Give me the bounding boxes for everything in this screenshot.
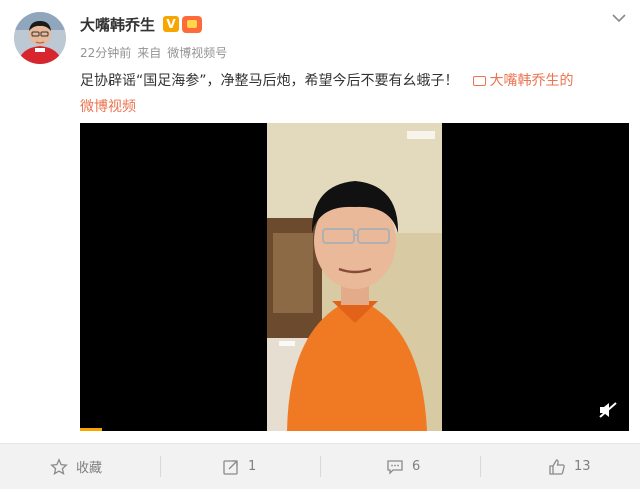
like-button[interactable]: 13 — [548, 444, 591, 489]
star-icon — [50, 457, 68, 475]
action-divider — [320, 456, 321, 477]
post-meta: 22分钟前 来自 微博视频号 — [80, 44, 233, 61]
favorite-button[interactable]: 收藏 — [50, 444, 102, 489]
action-divider — [480, 456, 481, 477]
video-player[interactable] — [80, 123, 629, 431]
post-source[interactable]: 微博视频号 — [167, 46, 227, 60]
source-prefix: 来自 — [137, 46, 162, 60]
repost-count: 1 — [248, 459, 257, 474]
post-username[interactable]: 大嘴韩乔生 — [80, 14, 155, 35]
chevron-down-icon[interactable] — [610, 12, 628, 24]
post-time[interactable]: 22分钟前 — [80, 46, 131, 60]
repost-icon — [223, 459, 238, 475]
repost-button[interactable]: 1 — [222, 444, 256, 489]
favorite-label: 收藏 — [76, 461, 103, 476]
video-link[interactable]: 大嘴韩乔生的 — [459, 73, 574, 89]
fan-badge-icon[interactable] — [182, 16, 202, 33]
comment-count: 6 — [412, 459, 421, 474]
post-text: 足协辟谣“国足海参”，净整马后炮，希望今后不要有幺蛾子！ 大嘴韩乔生的 微博视频 — [80, 68, 632, 120]
video-link-label[interactable]: 大嘴韩乔生的 — [490, 73, 574, 89]
video-frame — [267, 123, 442, 431]
video-progress-bar[interactable] — [80, 428, 102, 431]
video-link-label-2[interactable]: 微博视频 — [80, 94, 632, 120]
comment-button[interactable]: 6 — [386, 444, 420, 489]
action-bar: 收藏 1 6 13 — [0, 443, 640, 489]
post-body: 足协辟谣“国足海参”，净整马后炮，希望今后不要有幺蛾子！ — [80, 73, 459, 89]
mute-icon[interactable] — [598, 401, 618, 419]
verified-badge[interactable]: V — [163, 16, 179, 32]
like-count: 13 — [574, 459, 591, 474]
avatar[interactable] — [14, 12, 66, 64]
action-divider — [160, 456, 161, 477]
comment-icon — [387, 459, 403, 475]
thumbs-up-icon — [549, 458, 565, 475]
weibo-post-card: 大嘴韩乔生 V 22分钟前 来自 微博视频号 足协辟谣“国足海参”，净整马后炮，希望… — [0, 0, 640, 443]
video-link-icon — [472, 76, 486, 86]
